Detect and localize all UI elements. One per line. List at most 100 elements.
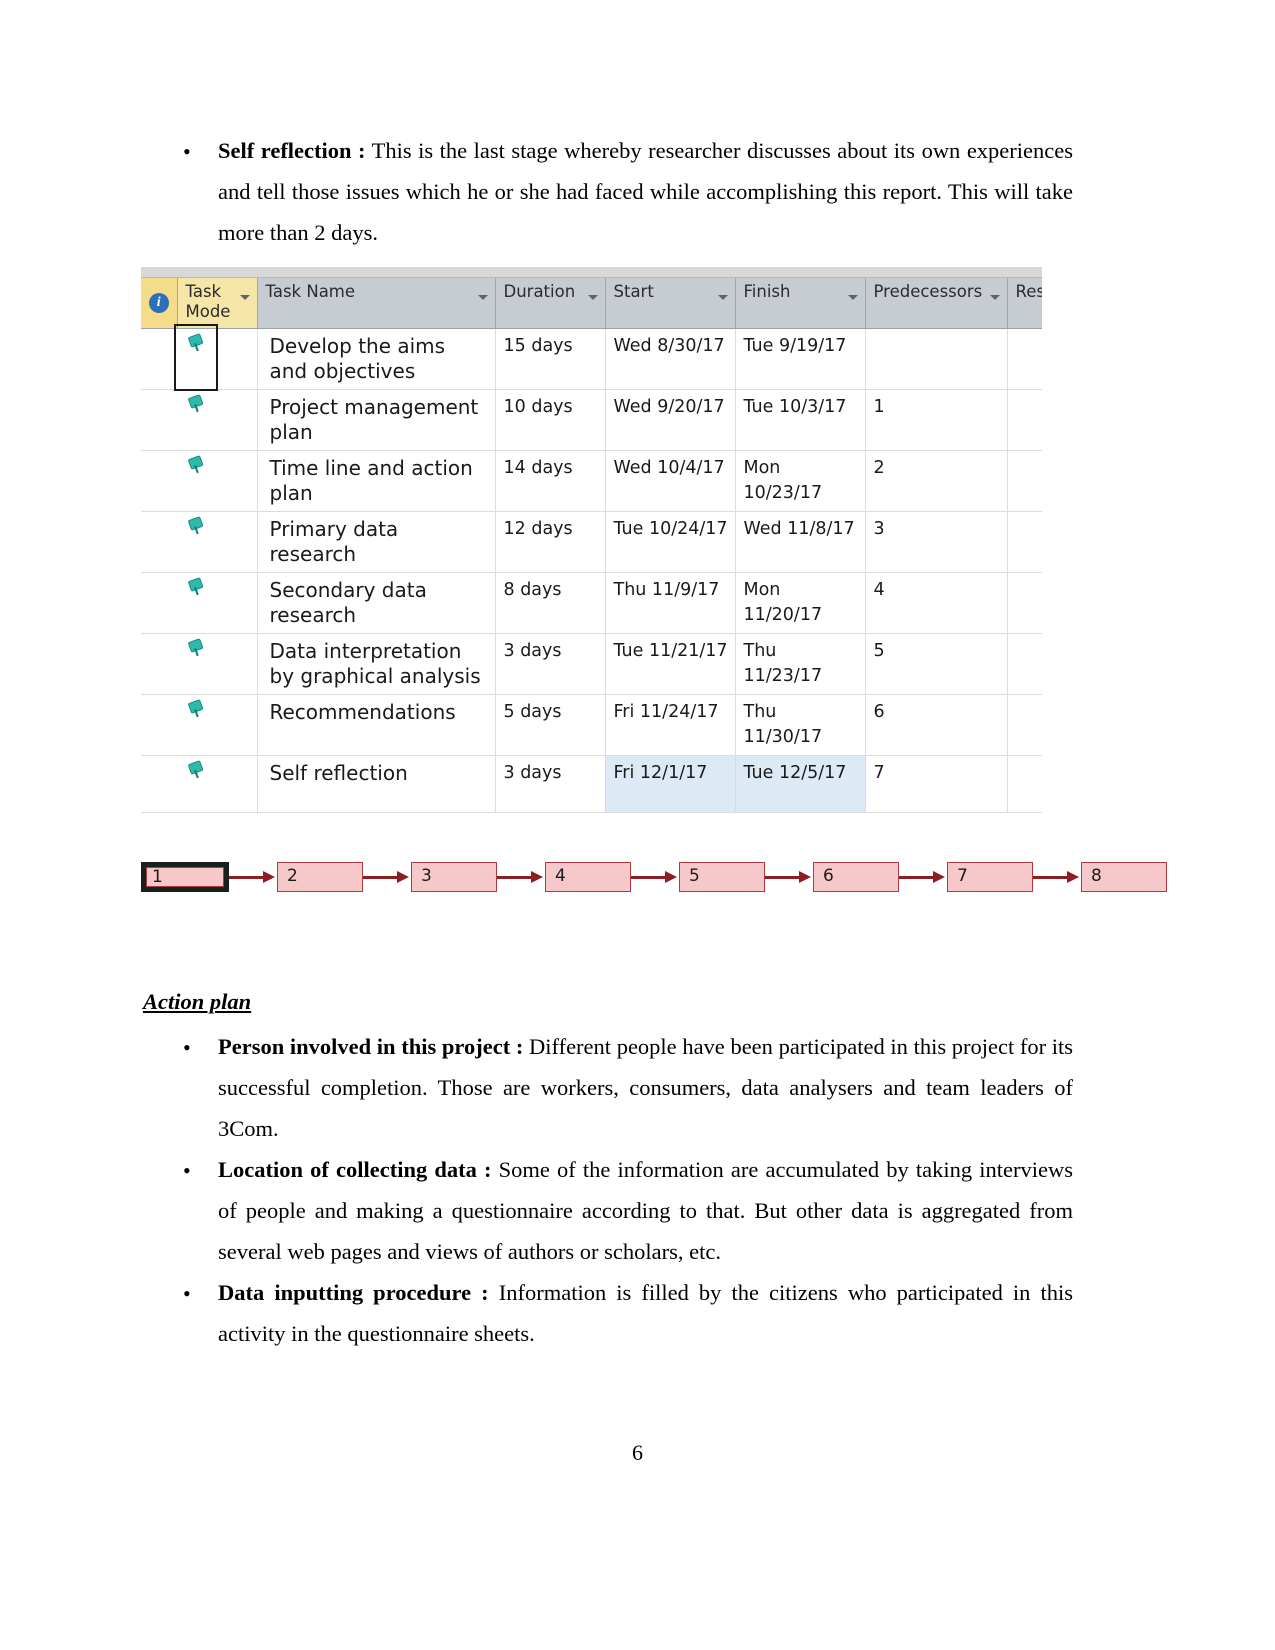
cell-task-name[interactable]: Develop the aims and objectives: [257, 328, 496, 390]
table-row[interactable]: Self reflection 3 days Fri 12/1/17 Tue 1…: [141, 755, 1042, 813]
column-header-resource[interactable]: Reso: [1007, 278, 1042, 329]
cell-finish[interactable]: Mon 11/20/17: [735, 572, 866, 634]
cell-predecessors[interactable]: 7: [865, 755, 1008, 813]
network-node[interactable]: 8: [1081, 862, 1167, 892]
table-row[interactable]: Develop the aims and objectives 15 days …: [141, 328, 1042, 390]
network-node[interactable]: 3: [411, 862, 497, 892]
cell-duration[interactable]: 14 days: [495, 450, 606, 512]
cell-predecessors[interactable]: 2: [865, 450, 1008, 512]
cell-finish[interactable]: Tue 9/19/17: [735, 328, 866, 390]
cell-task-mode[interactable]: [177, 511, 258, 573]
cell-task-mode[interactable]: [177, 633, 258, 695]
cell-task-mode[interactable]: [177, 812, 258, 813]
cell-task-name[interactable]: Recommendations: [257, 694, 496, 756]
table-row[interactable]: Secondary data research 8 days Thu 11/9/…: [141, 572, 1042, 634]
network-node[interactable]: 2: [277, 862, 363, 892]
cell-task-name[interactable]: Project management plan: [257, 389, 496, 451]
cell-predecessors[interactable]: 5: [865, 633, 1008, 695]
cell-duration[interactable]: 3 days: [495, 633, 606, 695]
cell-duration[interactable]: [495, 812, 606, 813]
column-header-duration[interactable]: Duration: [495, 278, 606, 329]
network-node[interactable]: 5: [679, 862, 765, 892]
cell-duration[interactable]: 15 days: [495, 328, 606, 390]
cell-task-mode[interactable]: [177, 694, 258, 756]
cell-predecessors[interactable]: 4: [865, 572, 1008, 634]
chevron-down-icon[interactable]: [989, 295, 1000, 300]
cell-start[interactable]: Fri 11/24/17: [605, 694, 736, 756]
table-row-empty[interactable]: [141, 812, 1042, 813]
cell-start[interactable]: [605, 812, 736, 813]
cell-duration[interactable]: 10 days: [495, 389, 606, 451]
table-row[interactable]: Primary data research 12 days Tue 10/24/…: [141, 511, 1042, 573]
cell-resource[interactable]: [1007, 755, 1042, 813]
cell-predecessors[interactable]: [865, 812, 1008, 813]
cell-resource[interactable]: [1007, 694, 1042, 756]
pin-icon: [184, 575, 207, 598]
cell-task-name[interactable]: Self reflection: [257, 755, 496, 813]
cell-start[interactable]: Wed 9/20/17: [605, 389, 736, 451]
table-row[interactable]: Data interpretation by graphical analysi…: [141, 633, 1042, 695]
cell-start[interactable]: Fri 12/1/17: [605, 755, 736, 813]
cell-resource[interactable]: [1007, 389, 1042, 451]
chevron-down-icon[interactable]: [847, 295, 858, 300]
cell-start[interactable]: Wed 8/30/17: [605, 328, 736, 390]
cell-finish[interactable]: Mon 10/23/17: [735, 450, 866, 512]
column-header-task-mode[interactable]: Task Mode: [177, 278, 258, 329]
cell-predecessors[interactable]: 3: [865, 511, 1008, 573]
cell-start[interactable]: Wed 10/4/17: [605, 450, 736, 512]
network-node-selected[interactable]: 1: [141, 862, 229, 892]
cell-duration[interactable]: 12 days: [495, 511, 606, 573]
network-node[interactable]: 7: [947, 862, 1033, 892]
cell-start[interactable]: Tue 10/24/17: [605, 511, 736, 573]
column-header-predecessors[interactable]: Predecessors: [865, 278, 1008, 329]
cell-task-mode[interactable]: [177, 389, 258, 451]
chevron-down-icon[interactable]: [477, 295, 488, 300]
column-header-label: Task Mode: [185, 282, 231, 321]
pin-icon: [184, 453, 207, 476]
cell-resource[interactable]: [1007, 812, 1042, 813]
column-header-info[interactable]: i: [141, 278, 178, 329]
cell-finish[interactable]: Thu 11/30/17: [735, 694, 866, 756]
cell-finish[interactable]: Wed 11/8/17: [735, 511, 866, 573]
cell-resource[interactable]: [1007, 511, 1042, 573]
cell-task-mode[interactable]: [177, 328, 258, 390]
cell-task-name[interactable]: [257, 812, 496, 813]
chevron-down-icon[interactable]: [239, 295, 250, 300]
column-header-start[interactable]: Start: [605, 278, 736, 329]
cell-resource[interactable]: [1007, 328, 1042, 390]
chevron-down-icon[interactable]: [587, 295, 598, 300]
network-node[interactable]: 4: [545, 862, 631, 892]
table-row[interactable]: Recommendations 5 days Fri 11/24/17 Thu …: [141, 694, 1042, 756]
cell-resource[interactable]: [1007, 572, 1042, 634]
cell-task-name[interactable]: Time line and action plan: [257, 450, 496, 512]
cell-finish[interactable]: [735, 812, 866, 813]
cell-finish[interactable]: Thu 11/23/17: [735, 633, 866, 695]
cell-task-mode[interactable]: [177, 755, 258, 813]
network-node[interactable]: 6: [813, 862, 899, 892]
cell-finish[interactable]: Tue 12/5/17: [735, 755, 866, 813]
cell-task-name[interactable]: Data interpretation by graphical analysi…: [257, 633, 496, 695]
cell-duration[interactable]: 3 days: [495, 755, 606, 813]
cell-predecessors[interactable]: 6: [865, 694, 1008, 756]
chevron-down-icon[interactable]: [717, 295, 728, 300]
page-number: 6: [632, 1440, 643, 1465]
cell-resource[interactable]: [1007, 450, 1042, 512]
cell-predecessors[interactable]: 1: [865, 389, 1008, 451]
cell-duration[interactable]: 5 days: [495, 694, 606, 756]
cell-task-name[interactable]: Secondary data research: [257, 572, 496, 634]
cell-duration[interactable]: 8 days: [495, 572, 606, 634]
cell-task-mode[interactable]: [177, 450, 258, 512]
table-row[interactable]: Time line and action plan 14 days Wed 10…: [141, 450, 1042, 512]
column-header-finish[interactable]: Finish: [735, 278, 866, 329]
cell-resource[interactable]: [1007, 633, 1042, 695]
table-row[interactable]: Project management plan 10 days Wed 9/20…: [141, 389, 1042, 451]
cell-start[interactable]: Tue 11/21/17: [605, 633, 736, 695]
cell-predecessors[interactable]: [865, 328, 1008, 390]
arrow-right-icon: [765, 862, 813, 892]
cell-finish[interactable]: Tue 10/3/17: [735, 389, 866, 451]
column-header-label: Start: [613, 282, 654, 301]
cell-start[interactable]: Thu 11/9/17: [605, 572, 736, 634]
cell-task-mode[interactable]: [177, 572, 258, 634]
column-header-task-name[interactable]: Task Name: [257, 278, 496, 329]
cell-task-name[interactable]: Primary data research: [257, 511, 496, 573]
